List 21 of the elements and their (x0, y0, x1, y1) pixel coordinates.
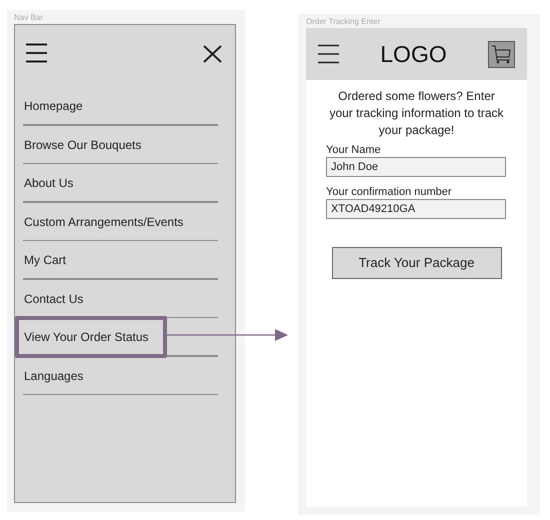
menu-icon[interactable] (26, 43, 47, 63)
menu-icon[interactable] (318, 44, 339, 64)
menu-item[interactable]: Custom Arrangements/Events (24, 212, 184, 231)
intro-text: Ordered some flowers? Enter your tracking information to track your package! (328, 88, 505, 139)
frame-label: Nav Bar (14, 12, 43, 24)
logo-text: LOGO (380, 40, 447, 69)
menu-item[interactable]: About Us (24, 174, 74, 192)
input-field[interactable]: John Doe (326, 157, 506, 177)
frame-label: Order Tracking Enter (306, 16, 380, 28)
field-label: Your Name (326, 143, 382, 157)
input-field[interactable]: XTOAD49210GA (326, 199, 506, 219)
menu-item[interactable]: My Cart (24, 251, 66, 270)
menu-item[interactable]: Languages (24, 366, 84, 385)
menu-item[interactable]: View Your Order Status (24, 328, 149, 346)
track-button[interactable]: Track Your Package (332, 247, 502, 279)
field-label: Your confirmation number (326, 185, 453, 199)
menu-item[interactable]: Browse Our Bouquets (24, 136, 142, 154)
menu-item[interactable]: Homepage (24, 97, 83, 116)
cart-icon[interactable] (488, 40, 515, 68)
menu-item[interactable]: Contact Us (24, 290, 84, 308)
close-icon[interactable] (203, 45, 222, 63)
